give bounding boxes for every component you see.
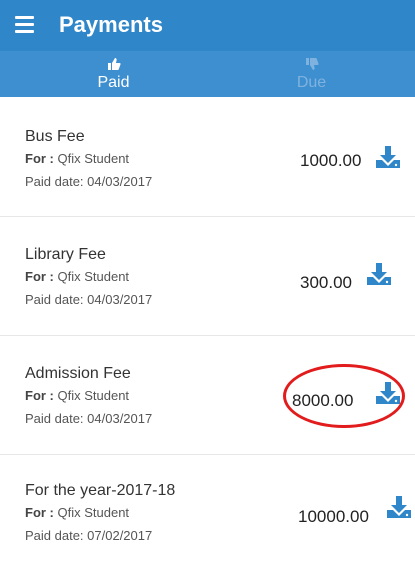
amount: 1000.00 bbox=[300, 151, 362, 170]
list-item: Library Fee For : Qfix Student Paid date… bbox=[0, 217, 415, 336]
menu-icon[interactable] bbox=[13, 14, 37, 36]
highlight-circle bbox=[283, 364, 405, 428]
fee-name: Library Fee bbox=[25, 246, 106, 263]
for-label: For : bbox=[25, 505, 54, 520]
for-label: For : bbox=[25, 388, 54, 403]
tab-due[interactable]: Due bbox=[208, 51, 415, 97]
fee-name: Admission Fee bbox=[25, 365, 131, 382]
for-label: For : bbox=[25, 151, 54, 166]
for-label: For : bbox=[25, 269, 54, 284]
download-icon[interactable] bbox=[366, 262, 392, 286]
paid-date: Paid date: 04/03/2017 bbox=[25, 292, 153, 307]
fee-for: For : Qfix Student bbox=[25, 151, 129, 166]
tab-paid-label: Paid bbox=[97, 74, 130, 91]
fee-for: For : Qfix Student bbox=[25, 269, 129, 284]
download-icon[interactable] bbox=[375, 145, 401, 169]
for-value: Qfix Student bbox=[53, 269, 130, 284]
for-value: Qfix Student bbox=[53, 388, 130, 403]
app-bar: Payments bbox=[0, 0, 415, 51]
tab-paid[interactable]: Paid bbox=[10, 51, 217, 97]
download-icon[interactable] bbox=[386, 495, 412, 519]
for-value: Qfix Student bbox=[53, 151, 130, 166]
list-item: Bus Fee For : Qfix Student Paid date: 04… bbox=[0, 98, 415, 217]
fee-name: For the year-2017-18 bbox=[25, 482, 176, 499]
fee-for: For : Qfix Student bbox=[25, 505, 129, 520]
paid-date: Paid date: 04/03/2017 bbox=[25, 174, 153, 189]
tab-bar: Paid Due bbox=[0, 51, 415, 97]
paid-date: Paid date: 04/03/2017 bbox=[25, 411, 153, 426]
amount: 10000.00 bbox=[298, 507, 369, 526]
paid-date: Paid date: 07/02/2017 bbox=[25, 528, 153, 543]
page-title: Payments bbox=[59, 12, 163, 37]
tab-due-label: Due bbox=[296, 74, 327, 91]
list-item: For the year-2017-18 For : Qfix Student … bbox=[0, 455, 415, 573]
for-value: Qfix Student bbox=[53, 505, 130, 520]
fee-name: Bus Fee bbox=[25, 128, 85, 145]
fee-for: For : Qfix Student bbox=[25, 388, 129, 403]
amount: 300.00 bbox=[300, 273, 352, 292]
